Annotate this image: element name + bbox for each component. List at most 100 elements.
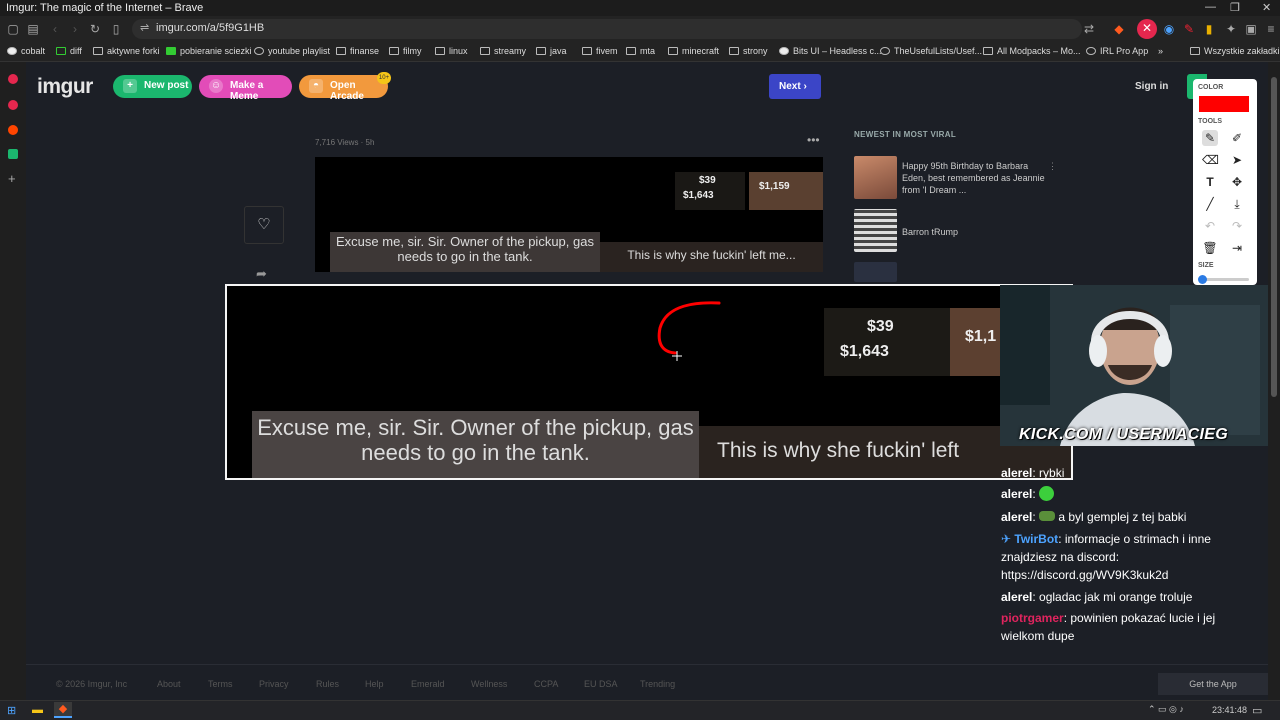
pointer-icon[interactable]: ➤	[1229, 152, 1245, 168]
bookmark-folder[interactable]: streamy	[480, 46, 526, 56]
size-label: SIZE	[1198, 262, 1214, 269]
youtube-icon[interactable]	[8, 100, 18, 110]
bookmark-item[interactable]: pobieranie sciezki	[166, 46, 252, 56]
bookmark-item[interactable]: IRL Pro App	[1086, 46, 1148, 56]
bookmark-item[interactable]: Bits UI – Headless c...	[779, 46, 882, 56]
bookmark-item[interactable]: All Modpacks – Mo...	[983, 46, 1081, 56]
reddit-icon[interactable]	[8, 125, 18, 135]
extension-icon[interactable]: ✕	[1137, 19, 1157, 39]
bookmark-folder[interactable]: linux	[435, 46, 468, 56]
viral-title[interactable]: Happy 95th Birthday to Barbara Eden, bes…	[902, 160, 1052, 196]
viral-thumbnail[interactable]	[854, 156, 897, 199]
bookmark-folder[interactable]: minecraft	[668, 46, 719, 56]
price-label: $1,1	[965, 328, 997, 345]
extension-icon[interactable]: ✎	[1180, 20, 1198, 38]
bookmark-item[interactable]: cobalt	[7, 46, 45, 56]
bookmark-folder[interactable]: mta	[626, 46, 655, 56]
add-sidebar-icon[interactable]: +	[8, 172, 18, 185]
bookmark-item[interactable]: TheUsefulLists/Usef...	[880, 46, 982, 56]
size-slider-knob[interactable]	[1198, 275, 1207, 284]
wallet-icon[interactable]: ▣	[1242, 20, 1260, 38]
more-bookmarks-icon[interactable]: »	[1158, 46, 1163, 56]
undo-icon[interactable]: ↶	[1202, 218, 1218, 234]
marker-icon[interactable]: ✐	[1229, 130, 1245, 146]
favorite-button[interactable]: ♡	[244, 206, 284, 244]
close-icon[interactable]: ✕	[1262, 1, 1271, 14]
footer-link[interactable]: Wellness	[471, 679, 507, 689]
chat-text: a byl gemplej z tej babki	[1058, 510, 1187, 524]
bookmark-folder[interactable]: filmy	[389, 46, 422, 56]
tray-icons[interactable]: ⌃ ▭ ◎ ♪	[1148, 704, 1184, 715]
footer-link[interactable]: Privacy	[259, 679, 289, 689]
video-subtitle: This is why she fuckin' left me...	[627, 248, 796, 262]
bookmarks-bar: cobalt diff aktywne forki pobieranie sci…	[0, 42, 1280, 62]
more-icon[interactable]: ⋮	[1048, 161, 1057, 172]
viral-thumbnail[interactable]	[854, 209, 897, 252]
pen-icon[interactable]: ✎	[1202, 130, 1218, 146]
minimize-icon[interactable]: —	[1205, 1, 1216, 13]
viral-thumbnail[interactable]	[854, 262, 897, 282]
get-app-button[interactable]: Get the App	[1158, 673, 1268, 695]
address-bar[interactable]: ⇌ imgur.com/a/5f9G1HB	[132, 19, 1082, 39]
more-options-icon[interactable]: •••	[807, 133, 820, 147]
eraser-icon[interactable]: ⌫	[1202, 152, 1219, 168]
file-explorer-icon[interactable]: ▬	[32, 704, 43, 716]
maximize-icon[interactable]: ❐	[1230, 1, 1240, 14]
line-icon[interactable]: ╱	[1202, 196, 1218, 212]
bookmark-icon[interactable]: ▯	[107, 20, 125, 38]
bookmark-item[interactable]: youtube playlist	[254, 46, 330, 56]
bookmark-folder[interactable]: finanse	[336, 46, 379, 56]
imgur-logo[interactable]: imgur	[37, 75, 93, 99]
chevron-right-icon: ›	[803, 81, 807, 92]
redo-icon[interactable]: ↷	[1229, 218, 1245, 234]
site-info-icon[interactable]: ⇌	[140, 21, 149, 34]
exit-icon[interactable]: ⇥	[1229, 240, 1245, 256]
translate-icon[interactable]: ⇄	[1080, 20, 1098, 38]
make-meme-button[interactable]: ☺ Make a Meme	[199, 75, 292, 102]
extension-icon[interactable]: ◉	[1160, 20, 1178, 38]
share-icon[interactable]: ➦	[256, 266, 267, 282]
sidebar-app-icon[interactable]	[8, 149, 18, 159]
footer-link[interactable]: Terms	[208, 679, 233, 689]
next-button[interactable]: Next ›	[769, 74, 821, 99]
move-icon[interactable]: ✥	[1229, 174, 1245, 190]
footer-link[interactable]: Rules	[316, 679, 339, 689]
brave-taskbar-icon[interactable]: ◆	[54, 702, 72, 718]
text-icon[interactable]: T	[1202, 174, 1218, 190]
all-bookmarks-folder[interactable]: Wszystkie zakładki	[1190, 46, 1280, 56]
forward-icon[interactable]: ›	[66, 20, 84, 38]
scroll-thumb[interactable]	[1271, 77, 1277, 397]
post-video[interactable]: Excuse me, sir. Sir. Owner of the pickup…	[315, 157, 823, 272]
bookmark-item[interactable]: aktywne forki	[93, 46, 160, 56]
footer-link[interactable]: Help	[365, 679, 384, 689]
bookmark-item[interactable]: diff	[56, 46, 82, 56]
footer-link[interactable]: About	[157, 679, 181, 689]
reload-icon[interactable]: ↻	[86, 20, 104, 38]
extension-icon[interactable]: ▮	[1200, 20, 1218, 38]
footer-link[interactable]: EU DSA	[584, 679, 618, 689]
bookmark-folder[interactable]: strony	[729, 46, 768, 56]
menu-icon[interactable]: ≡	[1262, 20, 1280, 38]
sidebar-app-icon[interactable]	[8, 74, 18, 84]
bookmark-folder[interactable]: fivem	[582, 46, 618, 56]
viral-title[interactable]: Barron tRump	[902, 226, 1052, 238]
sidebar-toggle-icon[interactable]: ▢	[4, 20, 22, 38]
sign-in-link[interactable]: Sign in	[1135, 81, 1168, 92]
open-arcade-button[interactable]: ◓ Open Arcade	[299, 75, 388, 102]
notifications-icon[interactable]: ▭	[1252, 704, 1262, 717]
footer-link[interactable]: CCPA	[534, 679, 558, 689]
extensions-icon[interactable]: ✦	[1222, 20, 1240, 38]
screen: Imgur: The magic of the Internet – Brave…	[0, 0, 1280, 720]
new-post-button[interactable]: + New post	[113, 75, 192, 98]
trash-icon[interactable]: 🗑	[1202, 240, 1218, 256]
footer-link[interactable]: Emerald	[411, 679, 445, 689]
windows-start-icon[interactable]: ⊞	[7, 704, 16, 717]
footer-link[interactable]: Trending	[640, 679, 675, 689]
color-swatch[interactable]	[1199, 96, 1249, 112]
tabs-icon[interactable]: ▤	[24, 20, 42, 38]
download-icon[interactable]: ⤓	[1229, 196, 1245, 212]
bookmark-folder[interactable]: java	[536, 46, 567, 56]
brave-shields-icon[interactable]: ◆	[1110, 20, 1128, 38]
back-icon[interactable]: ‹	[46, 20, 64, 38]
scrollbar[interactable]	[1268, 62, 1280, 700]
